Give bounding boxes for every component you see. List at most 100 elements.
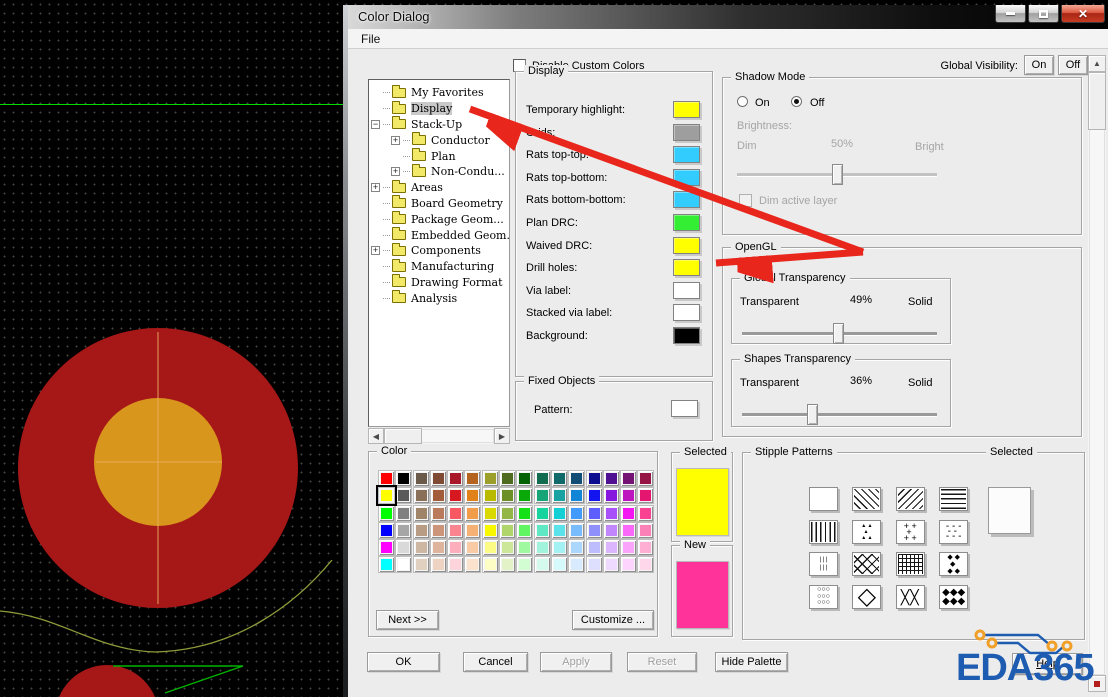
global-transparency-slider[interactable] [742,332,937,335]
stacked-via-label-swatch[interactable] [673,304,700,321]
scrollbar-track[interactable] [1089,72,1105,675]
palette-cell[interactable] [413,505,430,522]
tree-item-label[interactable]: Display [411,102,452,115]
palette-cell[interactable] [413,470,430,487]
stipple-pattern-club-diamonds-button[interactable] [939,552,968,576]
tree-item-stack-up[interactable]: −Stack-Up [369,117,509,133]
palette-cell[interactable] [568,522,585,539]
palette-cell[interactable] [551,470,568,487]
palette-cell[interactable] [551,539,568,556]
rats-bottom-bottom-swatch[interactable] [673,191,700,208]
palette-cell[interactable] [516,470,533,487]
palette-cell[interactable] [586,556,603,573]
tree-item-plan[interactable]: Plan [369,148,509,164]
background-swatch[interactable] [673,327,700,344]
palette-cell[interactable] [568,470,585,487]
palette-cell[interactable] [516,539,533,556]
stipple-pattern-diag-back-button[interactable] [852,487,881,511]
palette-cell[interactable] [482,522,499,539]
tree-item-display[interactable]: Display [369,101,509,117]
tree-item-label[interactable]: Board Geometry [411,197,503,210]
palette-cell[interactable] [516,556,533,573]
palette-cell[interactable] [447,539,464,556]
title-bar[interactable]: Color Dialog ✕ [348,5,1108,29]
brightness-slider[interactable] [737,173,937,176]
palette-cell[interactable] [637,470,654,487]
palette-cell[interactable] [499,522,516,539]
palette-cell[interactable] [534,522,551,539]
stipple-pattern-triangles-button[interactable] [852,520,881,544]
palette-cell[interactable] [568,487,585,504]
palette-cell[interactable] [482,487,499,504]
palette-cell[interactable] [637,487,654,504]
palette-cell[interactable] [430,539,447,556]
stipple-pattern-grid-button[interactable] [896,552,925,576]
hide-palette-button[interactable]: Hide Palette [715,652,788,672]
palette-cell[interactable] [464,470,481,487]
cancel-button[interactable]: Cancel [463,652,528,672]
scroll-left-icon[interactable]: ◀ [368,428,384,444]
palette-cell[interactable] [413,539,430,556]
palette-cell[interactable] [620,487,637,504]
palette-cell[interactable] [378,505,395,522]
palette-cell[interactable] [447,522,464,539]
palette-cell[interactable] [551,556,568,573]
shadow-off-radio[interactable] [791,96,802,107]
stipple-pattern-x-shapes-button[interactable] [896,585,925,609]
palette-cell[interactable] [482,470,499,487]
collapse-icon[interactable]: − [371,120,380,129]
tree-item-package-geom[interactable]: Package Geom... [369,211,509,227]
scroll-up-icon[interactable]: ▲ [1088,55,1106,72]
palette-cell[interactable] [378,470,395,487]
palette-cell[interactable] [534,556,551,573]
palette-cell[interactable] [447,505,464,522]
expand-icon[interactable]: + [391,136,400,145]
tree-item-label[interactable]: Conductor [431,134,490,147]
palette-cell[interactable] [620,505,637,522]
plan-drc-swatch[interactable] [673,214,700,231]
next-button[interactable]: Next >> [376,610,439,630]
palette-cell[interactable] [516,487,533,504]
rats-top-top-swatch[interactable] [673,146,700,163]
stipple-pattern-crosshatch-button[interactable] [852,552,881,576]
palette-cell[interactable] [499,556,516,573]
palette-cell[interactable] [395,539,412,556]
palette-cell[interactable] [568,505,585,522]
palette-cell[interactable] [534,470,551,487]
tree-item-label[interactable]: Non-Condu... [431,165,505,178]
palette-cell[interactable] [620,539,637,556]
palette-cell[interactable] [430,522,447,539]
palette-cell[interactable] [534,505,551,522]
brightness-slider-thumb[interactable] [832,164,843,185]
palette-cell[interactable] [378,539,395,556]
stipple-pattern-dashes-button[interactable] [939,520,968,544]
palette-cell[interactable] [499,487,516,504]
palette-cell[interactable] [464,487,481,504]
palette-cell[interactable] [637,556,654,573]
scrollbar-thumb[interactable] [384,428,422,444]
palette-cell[interactable] [395,470,412,487]
palette-cell[interactable] [516,522,533,539]
tree-item-drawing-format[interactable]: Drawing Format [369,275,509,291]
palette-cell[interactable] [568,539,585,556]
palette-cell[interactable] [603,470,620,487]
tree-item-label[interactable]: Plan [431,150,456,163]
shadow-on-radio[interactable] [737,96,748,107]
tree-item-board-geometry[interactable]: Board Geometry [369,196,509,212]
palette-cell[interactable] [464,505,481,522]
tree-horizontal-scrollbar[interactable]: ◀ ▶ [368,428,510,444]
tree-item-label[interactable]: Components [411,244,481,257]
minimize-button[interactable] [995,5,1026,23]
layer-tree-panel[interactable]: My Favorites Display −Stack-Up + Conductor Pl… [368,79,510,427]
scrollbar-thumb[interactable] [1088,72,1106,130]
palette-cell[interactable] [413,556,430,573]
palette-cell[interactable] [447,470,464,487]
drill-holes-swatch[interactable] [673,259,700,276]
tree-item-label[interactable]: Analysis [411,292,457,305]
customize-button[interactable]: Customize ... [572,610,654,630]
palette-cell[interactable] [620,556,637,573]
tree-item-non-condu[interactable]: +Non-Condu... [369,164,509,180]
tree-item-label[interactable]: My Favorites [411,86,484,99]
palette-cell[interactable] [447,556,464,573]
palette-cell[interactable] [586,539,603,556]
